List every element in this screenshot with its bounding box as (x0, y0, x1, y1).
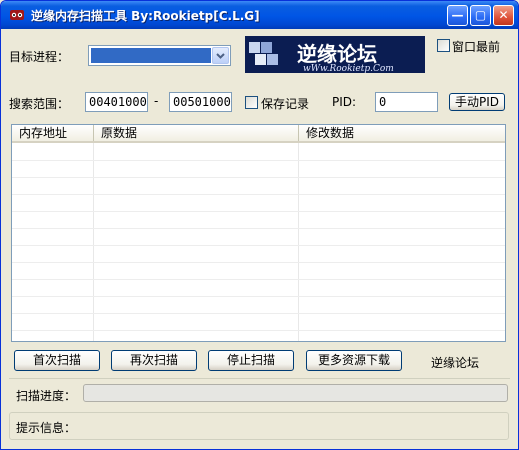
banner-logo-icon: 逆缘论坛 wWw.Rookietp.Com (245, 36, 425, 73)
range-end-input[interactable]: 00501000 (169, 92, 232, 112)
chevron-down-icon[interactable] (212, 47, 229, 64)
more-downloads-button[interactable]: 更多资源下载 (306, 350, 402, 371)
column-header-modified[interactable]: 修改数据 (299, 125, 505, 141)
column-divider (298, 143, 299, 341)
svg-text:wWw.Rookietp.Com: wWw.Rookietp.Com (303, 64, 394, 73)
scan-progress-label: 扫描进度： (16, 389, 77, 403)
rescan-button[interactable]: 再次扫描 (111, 350, 197, 371)
row-gridline (12, 330, 505, 331)
memory-results-table[interactable]: 内存地址 原数据 修改数据 (11, 124, 506, 342)
save-record-label: 保存记录 (261, 97, 310, 111)
window-title: 逆缘内存扫描工具 By:Rookietp[C.L.G] (31, 9, 260, 23)
first-scan-button[interactable]: 首次扫描 (14, 350, 100, 371)
row-gridline (12, 245, 505, 246)
target-process-combo[interactable] (88, 45, 231, 66)
pid-label: PID: (332, 95, 357, 109)
forum-banner[interactable]: 逆缘论坛 wWw.Rookietp.Com (245, 36, 425, 73)
range-dash: - (154, 94, 159, 108)
scan-progress-bar (83, 384, 508, 402)
stop-scan-button[interactable]: 停止扫描 (208, 350, 294, 371)
row-gridline (12, 228, 505, 229)
svg-text:逆缘论坛: 逆缘论坛 (297, 42, 377, 66)
column-header-address[interactable]: 内存地址 (12, 125, 94, 141)
group-divider (9, 378, 510, 379)
range-start-input[interactable]: 00401000 (85, 92, 148, 112)
manual-pid-button[interactable]: 手动PID (449, 93, 505, 111)
row-gridline (12, 262, 505, 263)
title-bar[interactable]: 逆缘内存扫描工具 By:Rookietp[C.L.G] — ▢ ✕ (1, 1, 518, 29)
forum-link[interactable]: 逆缘论坛 (431, 354, 479, 371)
row-gridline (12, 211, 505, 212)
minimize-button[interactable]: — (447, 5, 468, 26)
app-icon (10, 10, 24, 20)
main-window: 逆缘内存扫描工具 By:Rookietp[C.L.G] — ▢ ✕ 目标进程： … (0, 0, 519, 450)
combo-selected-value (91, 48, 211, 63)
search-range-label: 搜索范围： (9, 97, 70, 111)
pid-input[interactable]: 0 (375, 92, 438, 112)
topmost-checkbox[interactable] (437, 39, 450, 52)
restore-button[interactable]: ▢ (470, 5, 491, 26)
topmost-label: 窗口最前 (452, 40, 501, 54)
row-gridline (12, 160, 505, 161)
row-gridline (12, 194, 505, 195)
row-gridline (12, 296, 505, 297)
row-gridline (12, 177, 505, 178)
row-gridline (12, 279, 505, 280)
table-header: 内存地址 原数据 修改数据 (12, 125, 505, 143)
info-box: 提示信息： (9, 412, 509, 440)
column-divider (93, 143, 94, 341)
row-gridline (12, 313, 505, 314)
column-header-original[interactable]: 原数据 (94, 125, 299, 141)
close-button[interactable]: ✕ (493, 5, 514, 26)
info-label: 提示信息： (16, 421, 77, 435)
save-record-checkbox[interactable] (245, 96, 258, 109)
target-process-label: 目标进程： (9, 50, 70, 64)
